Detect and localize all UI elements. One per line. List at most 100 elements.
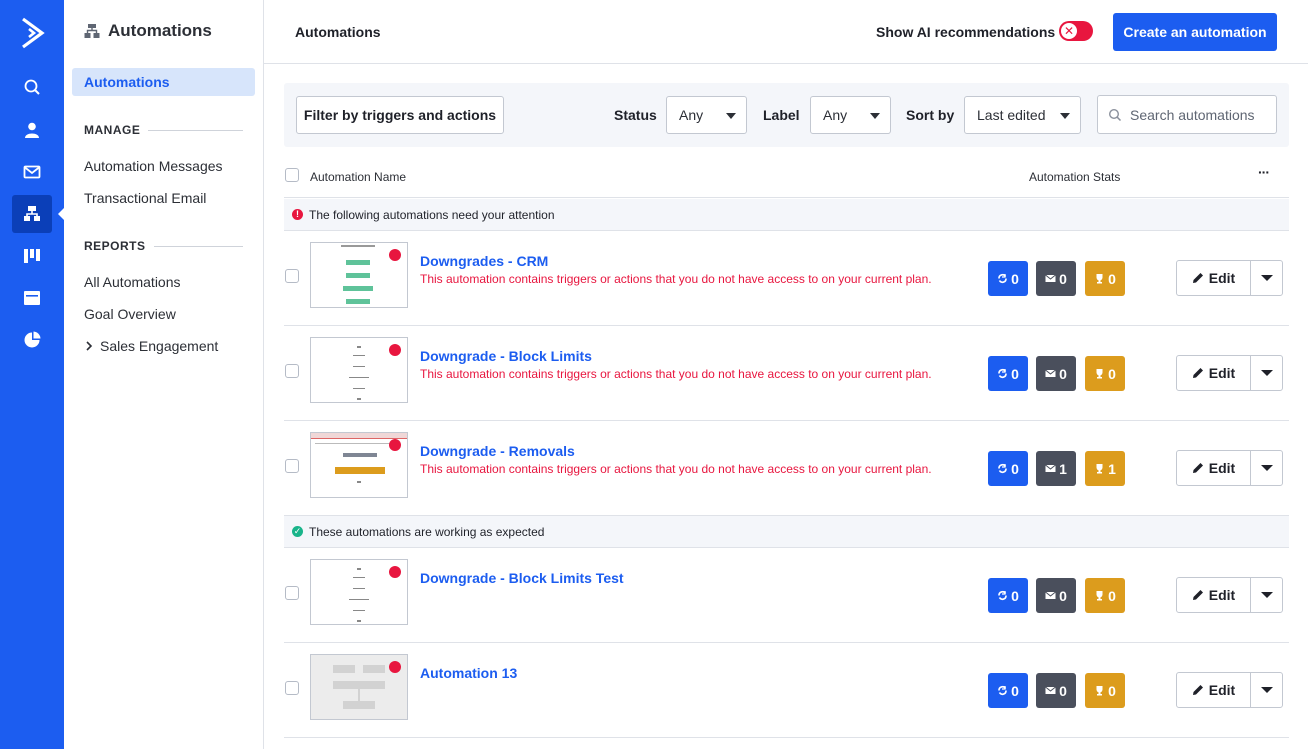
automation-name-link[interactable]: Downgrade - Block Limits: [420, 348, 592, 364]
pencil-icon: [1192, 463, 1203, 473]
trophy-icon: [1096, 686, 1103, 696]
automation-thumbnail[interactable]: [310, 559, 408, 625]
row-checkbox[interactable]: [285, 681, 299, 695]
automation-thumbnail[interactable]: [310, 432, 408, 498]
sidebar-item-goal-overview[interactable]: Goal Overview: [84, 306, 176, 322]
sidebar-title: Automations: [108, 21, 212, 40]
automation-thumbnail[interactable]: [310, 242, 408, 308]
automations-sidebar: Automations Automations MANAGE Automatio…: [64, 0, 264, 749]
edit-button[interactable]: Edit: [1177, 673, 1251, 707]
goals-stat-badge[interactable]: 0: [1085, 261, 1125, 296]
automation-name-link[interactable]: Downgrade - Block Limits Test: [420, 570, 624, 586]
goals-stat-badge[interactable]: 0: [1085, 578, 1125, 613]
pencil-icon: [1192, 685, 1203, 695]
emails-stat-badge[interactable]: 1: [1036, 451, 1076, 486]
contacts-nav-icon[interactable]: [12, 111, 52, 149]
sidebar-item-automation-messages[interactable]: Automation Messages: [84, 158, 223, 174]
reports-nav-icon[interactable]: [12, 321, 52, 359]
sidebar-item-all-automations[interactable]: All Automations: [84, 274, 181, 290]
sidebar-item-automations[interactable]: Automations: [72, 68, 255, 96]
filter-triggers-actions-button[interactable]: Filter by triggers and actions: [296, 96, 504, 134]
contacts-count: 0: [1011, 270, 1019, 287]
select-all-checkbox[interactable]: [285, 168, 299, 182]
app: Automations Automations MANAGE Automatio…: [0, 0, 1308, 749]
edit-button[interactable]: Edit: [1177, 356, 1251, 390]
table-row: Automation 13 0 0 0 Edit: [284, 643, 1289, 738]
chevron-right-icon: [86, 341, 93, 351]
group-working-as-expected: ✓ These automations are working as expec…: [284, 516, 1289, 548]
emails-stat-badge[interactable]: 0: [1036, 356, 1076, 391]
activecampaign-logo-icon[interactable]: [20, 16, 46, 50]
automation-name-link[interactable]: Downgrade - Removals: [420, 443, 575, 459]
group-label: The following automations need your atte…: [309, 207, 555, 222]
create-automation-button[interactable]: Create an automation: [1113, 13, 1277, 51]
edit-dropdown-button[interactable]: [1252, 673, 1282, 707]
edit-dropdown-button[interactable]: [1252, 451, 1282, 485]
edit-button[interactable]: Edit: [1177, 578, 1251, 612]
goals-stat-badge[interactable]: 0: [1085, 356, 1125, 391]
sort-by-select[interactable]: Last edited: [964, 96, 1081, 134]
contacts-stat-badge[interactable]: 0: [988, 451, 1028, 486]
edit-dropdown-button[interactable]: [1252, 356, 1282, 390]
automation-name-link[interactable]: Downgrades - CRM: [420, 253, 548, 269]
goals-stat-badge[interactable]: 1: [1085, 451, 1125, 486]
reports-section-header: REPORTS: [84, 239, 243, 253]
refresh-icon: [998, 274, 1007, 283]
emails-count: 0: [1059, 270, 1067, 287]
caret-down-icon: [726, 113, 736, 119]
caret-down-icon: [1261, 687, 1273, 693]
contacts-stat-badge[interactable]: 0: [988, 673, 1028, 708]
ai-recommendations-toggle[interactable]: ✕: [1059, 21, 1093, 41]
more-options-icon[interactable]: ···: [1258, 164, 1270, 180]
status-label: Status: [614, 107, 657, 123]
table-row: Downgrade - Block Limits Test 0 0 0 Edit: [284, 548, 1289, 643]
edit-button[interactable]: Edit: [1177, 451, 1251, 485]
edit-button-group: Edit: [1176, 260, 1283, 296]
row-checkbox[interactable]: [285, 364, 299, 378]
sidebar-item-sales-engagement[interactable]: Sales Engagement: [84, 338, 218, 354]
edit-dropdown-button[interactable]: [1252, 261, 1282, 295]
sort-by-select-value: Last edited: [977, 107, 1046, 123]
edit-button[interactable]: Edit: [1177, 261, 1251, 295]
ai-recommendations-label: Show AI recommendations: [876, 24, 1056, 40]
contacts-stat-badge[interactable]: 0: [988, 578, 1028, 613]
emails-stat-badge[interactable]: 0: [1036, 261, 1076, 296]
automations-nav-icon[interactable]: [12, 195, 52, 233]
sidebar-item-transactional-email[interactable]: Transactional Email: [84, 190, 206, 206]
goals-stat-badge[interactable]: 0: [1085, 673, 1125, 708]
toggle-off-icon: ✕: [1061, 23, 1077, 39]
search-icon: [1108, 108, 1122, 121]
group-needs-attention: ! The following automations need your at…: [284, 199, 1289, 231]
edit-button-group: Edit: [1176, 450, 1283, 486]
status-select[interactable]: Any: [666, 96, 747, 134]
search-box: [1097, 95, 1277, 134]
check-circle-icon: ✓: [292, 526, 303, 537]
website-nav-icon[interactable]: [12, 279, 52, 317]
automation-thumbnail[interactable]: [310, 654, 408, 720]
emails-count: 0: [1059, 682, 1067, 699]
label-select[interactable]: Any: [810, 96, 891, 134]
contacts-stat-badge[interactable]: 0: [988, 261, 1028, 296]
deals-nav-icon[interactable]: [12, 237, 52, 275]
row-checkbox[interactable]: [285, 459, 299, 473]
caret-down-icon: [1060, 113, 1070, 119]
automations-icon: [84, 24, 100, 38]
table-row: Downgrade - Block Limits This automation…: [284, 326, 1289, 421]
emails-stat-badge[interactable]: 0: [1036, 673, 1076, 708]
automation-name-link[interactable]: Automation 13: [420, 665, 517, 681]
campaigns-nav-icon[interactable]: [12, 153, 52, 191]
edit-dropdown-button[interactable]: [1252, 578, 1282, 612]
search-nav-icon[interactable]: [12, 68, 52, 106]
envelope-icon: [1045, 464, 1056, 472]
error-dot-icon: [389, 439, 401, 451]
pencil-icon: [1192, 368, 1203, 378]
row-checkbox[interactable]: [285, 269, 299, 283]
contacts-stat-badge[interactable]: 0: [988, 356, 1028, 391]
edit-label: Edit: [1208, 460, 1236, 476]
automation-thumbnail[interactable]: [310, 337, 408, 403]
emails-stat-badge[interactable]: 0: [1036, 578, 1076, 613]
sidebar-item-label: Sales Engagement: [100, 338, 219, 354]
edit-label: Edit: [1208, 270, 1236, 286]
row-checkbox[interactable]: [285, 586, 299, 600]
search-input[interactable]: [1130, 106, 1270, 123]
